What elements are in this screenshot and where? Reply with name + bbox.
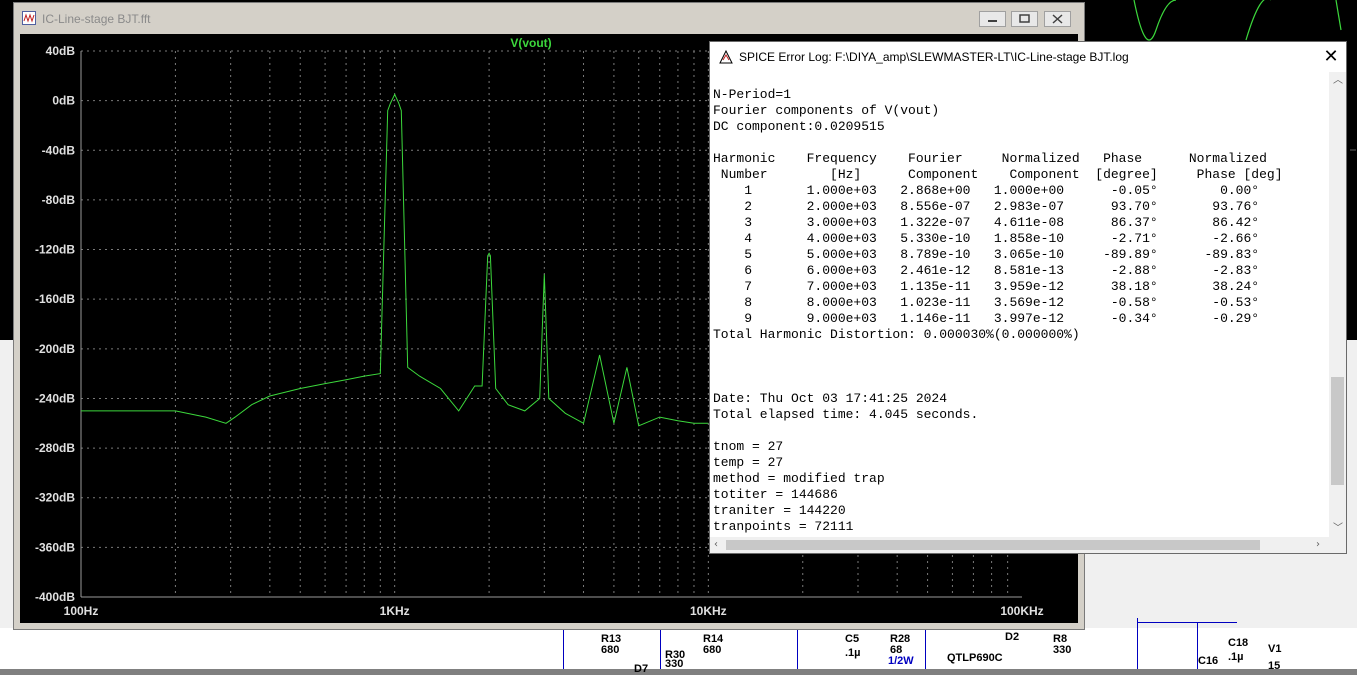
x-tick-label: 1KHz: [380, 604, 410, 618]
log-line: 7 7.000e+03 1.135e-11 3.959e-12 38.18° 3…: [713, 279, 1260, 294]
log-line: 1 1.000e+03 2.868e+00 1.000e+00 -0.05° 0…: [713, 183, 1260, 198]
x-tick-label: 100KHz: [1000, 604, 1043, 618]
y-tick-label: -320dB: [35, 491, 75, 505]
y-tick-label: -200dB: [35, 342, 75, 356]
log-line: 9 9.000e+03 1.146e-11 3.997e-12 -0.34° -…: [713, 311, 1260, 326]
c5-value: .1µ: [845, 647, 861, 659]
x-tick-label: 10KHz: [690, 604, 727, 618]
log-titlebar[interactable]: SPICE Error Log: F:\DIYA_amp\SLEWMASTER-…: [710, 42, 1346, 72]
x-tick-label: 100Hz: [64, 604, 99, 618]
qtlp-label: QTLP690C: [947, 652, 1003, 664]
log-line: DC component:0.0209515: [713, 119, 885, 134]
minimize-icon: [988, 20, 997, 22]
v1-value: 15: [1268, 660, 1281, 672]
log-line: 4 4.000e+03 5.330e-10 1.858e-10 -2.71° -…: [713, 231, 1260, 246]
log-text[interactable]: N-Period=1 Fourier components of V(vout) D…: [713, 87, 1330, 537]
close-button[interactable]: [1044, 11, 1071, 27]
scroll-left-icon[interactable]: ‹: [714, 540, 718, 550]
log-line: 3 3.000e+03 1.322e-07 4.611e-08 86.37° 8…: [713, 215, 1260, 230]
scroll-down-icon[interactable]: ﹀: [1333, 524, 1343, 534]
y-tick-label: 40dB: [46, 44, 76, 58]
y-tick-label: -160dB: [35, 292, 75, 306]
vertical-scroll-thumb[interactable]: [1331, 377, 1344, 485]
log-line: Total Harmonic Distortion: 0.000030%(0.0…: [713, 327, 1080, 342]
y-tick-label: -40dB: [42, 143, 76, 157]
horizontal-scroll-thumb[interactable]: [726, 540, 1260, 550]
c18-label: C18: [1228, 637, 1249, 649]
c16-label: C16: [1198, 655, 1219, 667]
waveform-icon: [22, 11, 36, 25]
log-line: tnom = 27: [713, 439, 784, 454]
log-line: 2 2.000e+03 8.556e-07 2.983e-07 93.70° 9…: [713, 199, 1260, 214]
close-icon: [1052, 14, 1063, 24]
y-tick-label: -400dB: [35, 590, 75, 604]
r8-value: 330: [1053, 644, 1072, 656]
fft-window-title: IC-Line-stage BJT.fft: [42, 12, 151, 26]
v1-label: V1: [1268, 643, 1282, 655]
log-line: Date: Thu Oct 03 17:41:25 2024: [713, 391, 948, 406]
log-line: tranpoints = 72111: [713, 519, 854, 534]
r13-value: 680: [601, 644, 620, 656]
log-line: 5 5.000e+03 8.789e-10 3.065e-10 -89.89° …: [713, 247, 1260, 262]
schematic-strip[interactable]: R13 680 R30 330 D7 R14 680 C5 .1µ R28 68…: [0, 618, 1357, 675]
y-tick-label: 0dB: [52, 94, 75, 108]
minimize-button[interactable]: [979, 11, 1006, 27]
trace-label: V(vout): [510, 36, 551, 50]
r14-value: 680: [703, 644, 722, 656]
y-tick-label: -240dB: [35, 391, 75, 405]
y-tick-label: -360dB: [35, 540, 75, 554]
r30-value: 330: [665, 658, 684, 670]
log-line: Number [Hz] Component Component [degree]…: [713, 167, 1283, 182]
y-tick-label: -80dB: [42, 193, 76, 207]
vertical-scrollbar[interactable]: ︿ ﹀: [1329, 72, 1346, 540]
restore-icon: [1019, 14, 1030, 23]
log-line: Harmonic Frequency Fourier Normalized Ph…: [713, 151, 1267, 166]
fft-titlebar[interactable]: IC-Line-stage BJT.fft: [14, 3, 1084, 33]
log-line: totiter = 144686: [713, 487, 838, 502]
restore-button[interactable]: [1011, 11, 1038, 27]
y-tick-label: -280dB: [35, 441, 75, 455]
log-line: temp = 27: [713, 455, 784, 470]
d2-label: D2: [1005, 631, 1020, 643]
y-tick-label: -120dB: [35, 243, 75, 257]
c5-label: C5: [845, 633, 860, 645]
log-line: Total elapsed time: 4.045 seconds.: [713, 407, 979, 422]
scroll-right-icon[interactable]: ›: [1316, 540, 1320, 550]
log-window-title: SPICE Error Log: F:\DIYA_amp\SLEWMASTER-…: [739, 50, 1129, 64]
log-line: Fourier components of V(vout): [713, 103, 940, 118]
spice-error-log-window[interactable]: SPICE Error Log: F:\DIYA_amp\SLEWMASTER-…: [709, 41, 1347, 554]
log-line: method = modified trap: [713, 471, 885, 486]
log-line: 6 6.000e+03 2.461e-12 8.581e-13 -2.88° -…: [713, 263, 1260, 278]
d7-label: D7: [634, 663, 649, 675]
r28-power: 1/2W: [888, 655, 914, 667]
scroll-up-icon[interactable]: ︿: [1333, 76, 1343, 86]
spice-icon: [719, 49, 733, 64]
c18-value: .1µ: [1228, 651, 1244, 663]
log-line: N-Period=1: [713, 87, 792, 102]
log-line: 8 8.000e+03 1.023e-11 3.569e-12 -0.58° -…: [713, 295, 1260, 310]
horizontal-scrollbar[interactable]: ‹ ›: [710, 537, 1346, 553]
log-line: traniter = 144220: [713, 503, 846, 518]
close-icon[interactable]: ✕: [1322, 47, 1340, 65]
